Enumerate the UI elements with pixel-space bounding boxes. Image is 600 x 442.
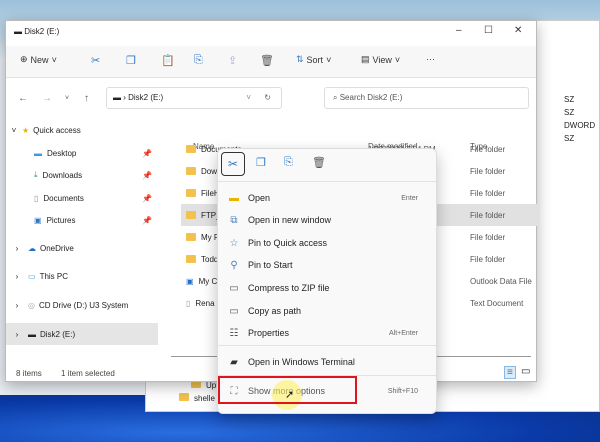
menu-pin-start[interactable]: ⚲ Pin to Start: [226, 255, 430, 275]
nav-downloads[interactable]: ⤓ Downloads 📌: [6, 164, 158, 186]
sort-icon: ⇅: [296, 54, 304, 64]
search-icon: ⌕: [333, 93, 338, 102]
plus-icon: ⊕: [20, 54, 28, 64]
copy-icon[interactable]: ❐: [256, 156, 266, 169]
pin-icon: ⚲: [230, 259, 238, 271]
tiles-view-icon[interactable]: ▭: [521, 366, 530, 377]
share-icon[interactable]: ⇪: [228, 54, 237, 67]
text-file-icon: ▯: [186, 298, 191, 308]
reg-value: SZ: [564, 108, 575, 117]
minimize-button[interactable]: –: [456, 25, 462, 36]
nav-documents[interactable]: ▯ Documents 📌: [6, 187, 158, 209]
status-count: 8 items: [16, 369, 42, 378]
menu-compress-zip[interactable]: ▭ Compress to ZIP file: [226, 278, 430, 298]
highlight-box: [218, 376, 357, 404]
divider: [218, 345, 436, 346]
details-view-icon[interactable]: ≡: [504, 366, 516, 379]
menu-open-terminal[interactable]: ▰ Open in Windows Terminal: [226, 352, 430, 372]
paste-icon[interactable]: 📋: [161, 54, 175, 67]
rename-icon[interactable]: ⎘: [284, 156, 293, 169]
menu-properties[interactable]: ☷ Properties Alt+Enter: [226, 323, 430, 343]
up-icon[interactable]: ↑: [84, 93, 89, 104]
divider: [218, 181, 436, 182]
back-icon[interactable]: ←: [18, 93, 28, 104]
delete-icon[interactable]: 🗑: [260, 54, 274, 67]
properties-icon: ☷: [229, 327, 239, 339]
zip-icon: ▭: [229, 282, 239, 294]
cloud-icon: ☁: [28, 243, 36, 253]
menu-copy-path[interactable]: ▭ Copy as path: [226, 301, 430, 321]
cd-icon: ◎: [28, 300, 35, 310]
tree-item[interactable]: shelle: [179, 393, 215, 403]
search-input[interactable]: ⌕ Search Disk2 (E:): [324, 87, 529, 109]
new-button[interactable]: ⊕ New ˅: [20, 54, 57, 65]
reg-value: SZ: [564, 134, 575, 143]
document-icon: ▯: [34, 193, 39, 203]
menu-pin-quick-access[interactable]: ☆ Pin to Quick access: [226, 233, 430, 253]
drive-icon: ▬: [28, 329, 36, 339]
more-button[interactable]: ···: [426, 54, 435, 64]
cut-icon[interactable]: ✂: [221, 152, 245, 176]
command-bar: ⊕ New ˅ ✂ ❐ 📋 ⎘ ⇪ 🗑 ⇅ Sort ˅ ▤ View ˅ ···: [6, 46, 536, 78]
navigation-pane: ˅ ★ Quick access ▬ Desktop 📌 ⤓ Downloads 📌 ▯ Do…: [6, 116, 161, 371]
nav-onedrive[interactable]: › ☁ OneDrive: [6, 237, 158, 259]
pc-icon: ▭: [28, 271, 36, 281]
maximize-button[interactable]: ☐: [484, 25, 493, 36]
recent-chevron-icon[interactable]: ˅: [65, 95, 69, 102]
menu-open-new-window[interactable]: ⧉ Open in new window: [226, 210, 430, 230]
nav-pictures[interactable]: ▣ Pictures 📌: [6, 209, 158, 231]
nav-disk2[interactable]: › ▬ Disk2 (E:): [6, 323, 158, 345]
address-bar[interactable]: ▬ › Disk2 (E:) ˅ ↻: [106, 87, 282, 109]
forward-icon[interactable]: →: [42, 93, 52, 104]
copy-icon[interactable]: ❐: [126, 54, 136, 67]
desktop-icon: ▬: [34, 148, 42, 158]
view-icon: ▤: [361, 54, 370, 64]
status-selected: 1 item selected: [61, 369, 115, 378]
folder-icon: ▬: [229, 192, 239, 204]
new-window-icon: ⧉: [230, 214, 238, 226]
delete-icon[interactable]: 🗑: [312, 156, 326, 169]
terminal-icon: ▰: [230, 356, 238, 368]
rename-icon[interactable]: ⎘: [194, 54, 203, 67]
download-icon: ⤓: [34, 170, 38, 179]
reg-value: DWORD: [564, 121, 596, 130]
window-title: ▬ Disk2 (E:): [14, 27, 60, 36]
sort-button[interactable]: ⇅ Sort ˅: [296, 54, 331, 65]
close-button[interactable]: ✕: [514, 25, 522, 36]
reg-value: SZ: [564, 95, 575, 104]
nav-desktop[interactable]: ▬ Desktop 📌: [6, 142, 158, 164]
nav-cd-drive[interactable]: › ◎ CD Drive (D:) U3 System: [6, 294, 158, 316]
menu-open[interactable]: ▬ Open Enter: [226, 188, 430, 208]
nav-this-pc[interactable]: › ▭ This PC: [6, 265, 158, 287]
pin-icon: 📌: [142, 148, 152, 158]
star-icon: ☆: [229, 237, 239, 249]
context-menu: ✂ ❐ ⎘ 🗑 ▬ Open Enter ⧉ Open in new window ☆…: [217, 148, 437, 414]
refresh-icon: ↻: [264, 93, 271, 102]
nav-quick-access[interactable]: ˅ ★ Quick access: [6, 119, 158, 141]
pictures-icon: ▣: [34, 215, 42, 225]
path-icon: ▭: [229, 305, 239, 317]
cut-icon[interactable]: ✂: [91, 54, 100, 67]
star-icon: ★: [22, 125, 30, 135]
view-button[interactable]: ▤ View ˅: [361, 54, 400, 65]
outlook-file-icon: ▣: [186, 276, 194, 286]
